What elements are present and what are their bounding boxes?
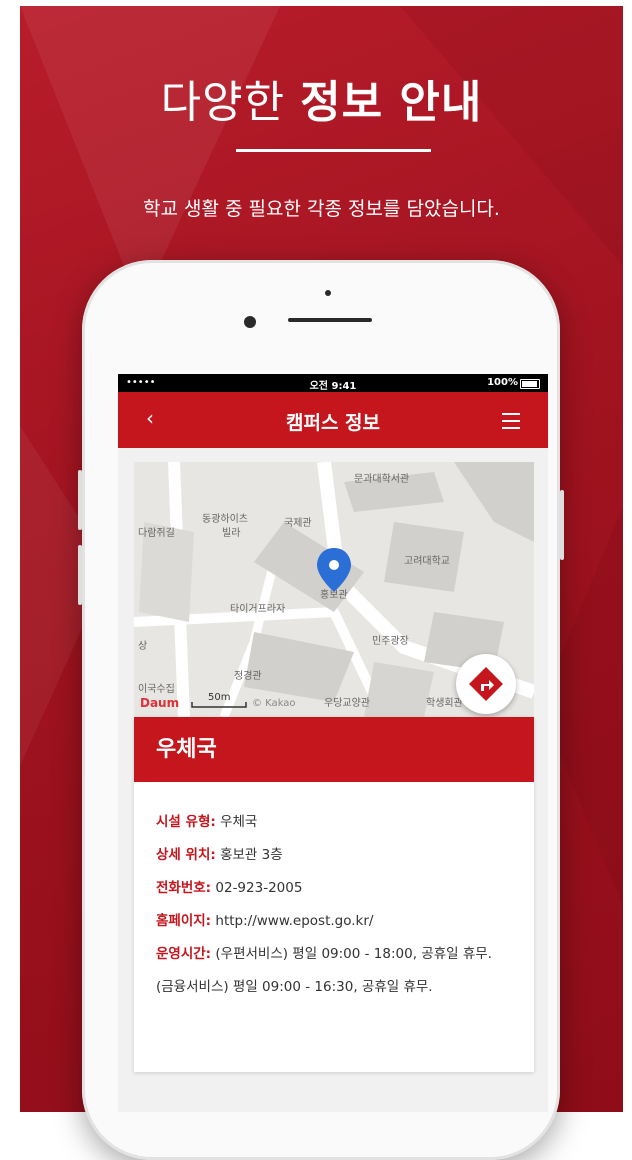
info-key: 전화번호: (156, 880, 212, 896)
info-key: 홈페이지: (156, 913, 212, 929)
map-label: 국제관 (284, 518, 312, 529)
map-copyright: © Kakao (252, 698, 296, 709)
earpiece-speaker (288, 318, 372, 322)
map-label: 동광하이츠 (202, 514, 248, 525)
map-scale: 50m (208, 692, 231, 703)
homepage-link[interactable]: http://www.epost.go.kr/ (211, 913, 373, 929)
map-label: 상 (138, 641, 148, 652)
map-label: 고려대학교 (404, 556, 450, 567)
power-button (560, 490, 564, 560)
phone-screen: ••••• 오전 9:41 100% ‹ 캠퍼스 정보 문과대학서관 동광하이츠… (118, 374, 548, 1112)
status-bar: ••••• 오전 9:41 100% (118, 374, 548, 392)
volume-button-2 (78, 545, 82, 605)
nav-title: 캠퍼스 정보 (285, 412, 380, 434)
info-row: 전화번호: 02-923-2005 (156, 872, 512, 905)
info-key: 상세 위치: (156, 847, 216, 863)
facility-name: 우체국 (134, 717, 534, 782)
headline-bold: 정보 안내 (300, 77, 483, 128)
volume-button (78, 470, 82, 530)
status-time: 오전 9:41 (309, 381, 357, 392)
facility-info: 시설 유형: 우체국 상세 위치: 홍보관 3층 전화번호: 02-923-20… (134, 782, 534, 1004)
nav-bar: ‹ 캠퍼스 정보 (118, 392, 548, 448)
promo-subline: 학교 생활 중 필요한 각종 정보를 담았습니다. (143, 198, 500, 220)
info-value: 홍보관 3층 (215, 847, 283, 863)
battery-icon (520, 379, 540, 389)
map-label: 홍보관 (320, 590, 348, 601)
map-label: 정경관 (234, 671, 262, 682)
facility-card: 우체국 시설 유형: 우체국 상세 위치: 홍보관 3층 전화번호: 02-92… (134, 717, 534, 1072)
daum-logo: Daum (140, 696, 180, 710)
proximity-sensor (325, 290, 331, 296)
info-row: 시설 유형: 우체국 (156, 806, 512, 839)
battery-percent: 100% (487, 377, 518, 388)
headline-divider (236, 149, 431, 152)
map-label: 다람쥐길 (138, 528, 175, 539)
headline-light: 다양한 (160, 77, 286, 128)
map-label: 문과대학서관 (354, 474, 410, 485)
info-key: 시설 유형: (156, 814, 216, 830)
info-key: 운영시간: (156, 946, 212, 962)
map-label: 이국수집 (138, 684, 175, 695)
info-row: 홈페이지: http://www.epost.go.kr/ (156, 905, 512, 938)
map-label: 우당교양관 (324, 698, 370, 709)
info-row: 상세 위치: 홍보관 3층 (156, 839, 512, 872)
map-label: 민주광장 (372, 636, 409, 647)
info-row: 운영시간: (우편서비스) 평일 09:00 - 18:00, 공휴일 휴무. … (156, 938, 512, 1004)
hamburger-menu-icon[interactable] (502, 413, 520, 434)
info-value: 우체국 (215, 814, 258, 830)
front-camera (244, 316, 256, 328)
map-label: 빌라 (222, 528, 241, 539)
info-value: 02-923-2005 (211, 880, 303, 896)
map-label: 타이거프라자 (230, 604, 286, 615)
promo-headline: 다양한 정보 안내 (20, 66, 623, 130)
directions-arrow-icon (469, 667, 503, 701)
directions-button[interactable] (456, 654, 516, 714)
